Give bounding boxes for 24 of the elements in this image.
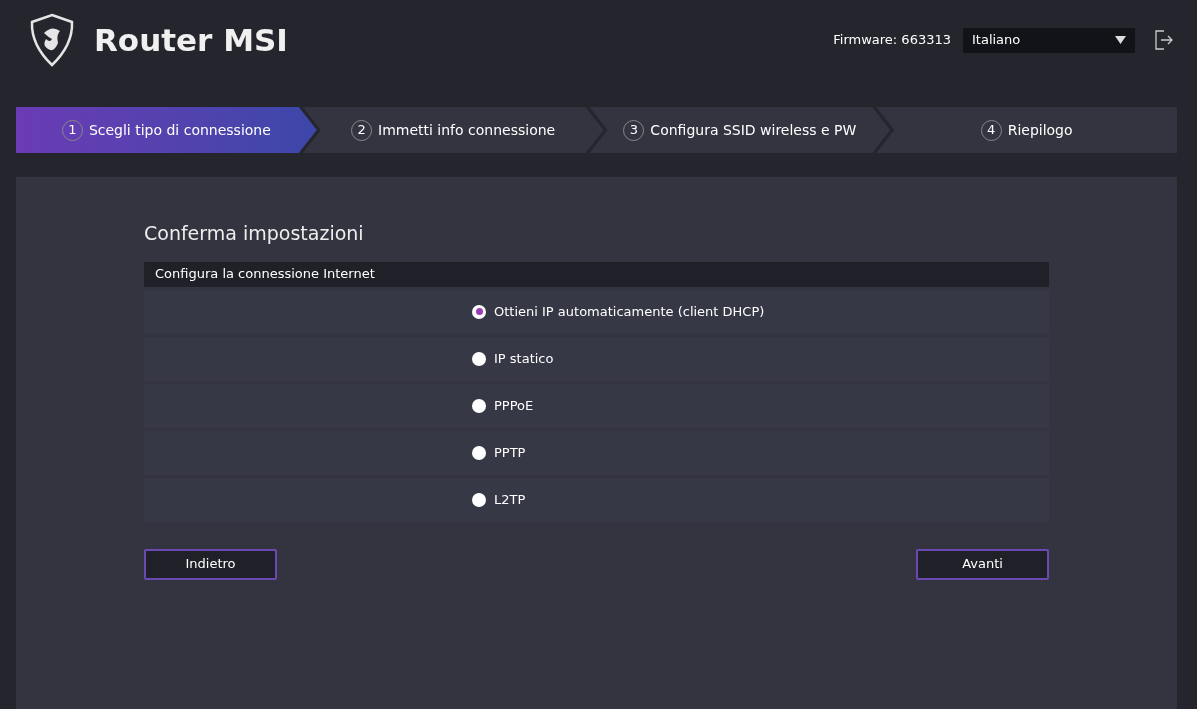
next-button[interactable]: Avanti [916, 548, 1049, 580]
app-title: Router MSI [94, 20, 288, 60]
radio-button[interactable] [472, 492, 486, 507]
radio-option[interactable]: Ottieni IP automaticamente (client DHCP) [472, 301, 765, 322]
radio-option[interactable]: L2TP [472, 489, 526, 510]
wizard-step-tab[interactable]: 4 Riepilogo [876, 107, 1177, 153]
wizard-step-tab[interactable]: 3 Configura SSID wireless e PW [589, 107, 891, 153]
radio-button[interactable] [472, 304, 486, 319]
radio-button[interactable] [472, 445, 486, 460]
dropdown-caret-icon [1115, 36, 1126, 44]
panel-title: Conferma impostazioni [144, 221, 365, 246]
radio-option[interactable]: PPTP [472, 442, 526, 463]
back-button[interactable]: Indietro [144, 548, 277, 580]
logout-icon[interactable] [1155, 30, 1173, 50]
radio-button[interactable] [472, 351, 486, 366]
section-header: Configura la connessione Internet [144, 261, 1049, 287]
radio-option[interactable]: IP statico [472, 348, 554, 369]
radio-option[interactable]: PPPoE [472, 395, 534, 416]
radio-button[interactable] [472, 398, 486, 413]
wizard-step-tab[interactable]: 1 Scegli tipo di connessione [16, 107, 317, 153]
firmware-version: Firmware: 663313 [833, 31, 951, 50]
wizard-step-tab[interactable]: 2 Immetti info connessione [302, 107, 604, 153]
language-select[interactable]: Italiano [963, 27, 1135, 53]
shield-logo-icon [28, 13, 76, 67]
